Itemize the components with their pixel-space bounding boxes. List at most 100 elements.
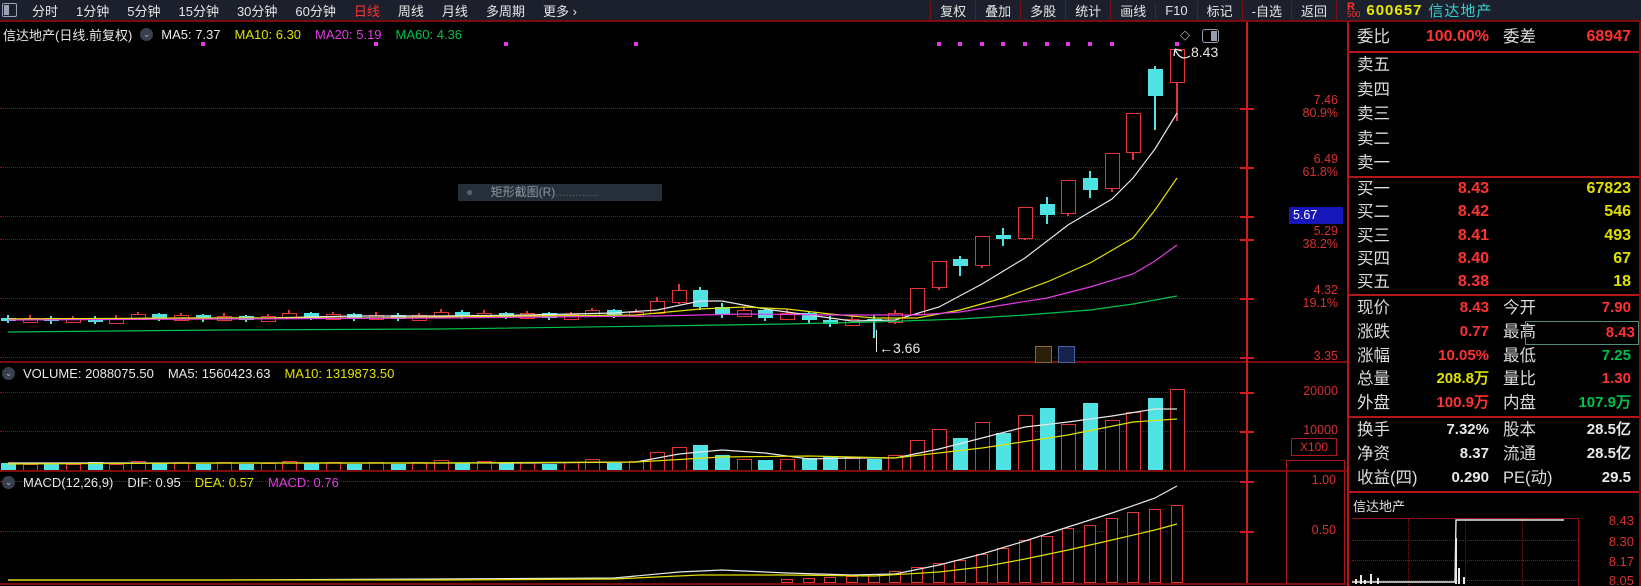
candle [1105, 153, 1120, 189]
toolbar-button-复权[interactable]: 复权 [930, 0, 975, 20]
price-axis-line [1246, 22, 1248, 583]
highlight-price-label: 5.67 [1289, 207, 1343, 224]
tab-5分钟[interactable]: 5分钟 [118, 1, 169, 20]
sell-row[interactable]: 卖四 [1349, 79, 1639, 103]
minichart-gridline [1352, 540, 1578, 541]
info-row-value: 7.32% [1446, 421, 1489, 438]
candle [239, 316, 254, 320]
sell-label: 卖五 [1357, 56, 1390, 74]
indicator-value: MA5: 7.37 [161, 27, 221, 42]
tab-分时[interactable]: 分时 [23, 1, 67, 20]
chevron-down-icon[interactable]: ⌄ [2, 367, 15, 380]
pane-icon[interactable] [1202, 29, 1219, 43]
candle [1126, 113, 1141, 153]
candle [845, 319, 860, 326]
toolbar-button-F10[interactable]: F10 [1155, 2, 1196, 18]
chevron-down-icon[interactable]: ⌄ [2, 476, 15, 489]
signal-dot-icon [1045, 42, 1049, 46]
macd-bar [1062, 528, 1074, 583]
panel-section-border [1347, 416, 1641, 418]
stat-row: 外盘 100.9万 内盘 107.9万 [1349, 392, 1639, 416]
buy-volume: 546 [1604, 203, 1631, 221]
toolbar-button-标记[interactable]: 标记 [1196, 0, 1242, 20]
buy-label: 买四 [1357, 249, 1390, 268]
candle [823, 320, 838, 324]
volume-values: VOLUME: 2088075.50 MA5: 1560423.63 MA10: 1… [23, 366, 408, 381]
tab-月线[interactable]: 月线 [433, 1, 477, 20]
volume-bar [1061, 424, 1076, 472]
minichart-price-label: 8.17 [1608, 554, 1634, 569]
sell-row[interactable]: 卖二 [1349, 128, 1639, 152]
layout-icon[interactable] [2, 3, 17, 17]
candle [499, 313, 514, 317]
tab-60分钟[interactable]: 60分钟 [286, 1, 344, 20]
volume-axis-label: 10000 [1303, 423, 1338, 437]
axis-tick [1240, 392, 1254, 394]
stock-badge[interactable]: R 500 600657 信达地产 [1347, 0, 1633, 21]
candle [1, 318, 16, 321]
tab-30分钟[interactable]: 30分钟 [228, 1, 286, 20]
macd-axis-label: 1.00 [1311, 473, 1336, 487]
candle [737, 310, 752, 317]
candle [152, 314, 167, 319]
candle [131, 314, 146, 320]
toolbar-button-统计[interactable]: 统计 [1065, 0, 1110, 20]
candle [910, 288, 925, 315]
axis-tick [1240, 108, 1254, 110]
weibi-row: 委比 100.00% 委差 68947 [1349, 26, 1639, 51]
tab-日线[interactable]: 日线 [345, 1, 389, 20]
price-gridline [0, 298, 1240, 299]
macd-bar [911, 567, 923, 583]
buy-label: 买二 [1357, 203, 1390, 222]
dip-annotation-line [876, 330, 877, 352]
tab-多周期[interactable]: 多周期 [477, 1, 534, 20]
candle [693, 290, 708, 307]
stat-row: 总量 208.8万 量比 1.30 [1349, 368, 1639, 392]
price-axis-label: 3.35 [1313, 349, 1338, 363]
axis-tick [1240, 481, 1254, 483]
tab-15分钟[interactable]: 15分钟 [169, 1, 227, 20]
volume-bar [823, 456, 838, 470]
stat-row-value: 7.90 [1601, 299, 1631, 316]
buy-row[interactable]: 买三 8.41 493 [1349, 225, 1639, 248]
indicator-value: MACD(12,26,9) [23, 475, 114, 490]
info-row: 换手 7.32% 股本 28.5亿 [1349, 419, 1639, 443]
volume-bar [672, 447, 687, 472]
buy-row[interactable]: 买二 8.42 546 [1349, 201, 1639, 224]
sell-row[interactable]: 卖三 [1349, 103, 1639, 127]
axis-tick [1240, 216, 1254, 218]
stat-row-value: 107.9万 [1578, 394, 1631, 412]
chevron-down-icon[interactable]: ⌄ [140, 28, 154, 41]
price-axis-label: 6.49 61.8% [1302, 152, 1338, 179]
stat-row: 涨幅 10.05% 最低 7.25 [1349, 345, 1639, 369]
diamond-icon[interactable]: ◇ [1180, 27, 1190, 43]
axis-tick [1240, 531, 1254, 533]
buy-row[interactable]: 买五 8.38 18 [1349, 271, 1639, 294]
panel-separator [0, 361, 1347, 363]
volume-bar [44, 463, 59, 470]
candle [66, 318, 81, 323]
tab-周线[interactable]: 周线 [389, 1, 433, 20]
buy-row[interactable]: 买一 8.43 67823 [1349, 178, 1639, 201]
drawing-tooltip: ● 矩形截图(R)............. [458, 184, 662, 201]
macd-header: ⌄ MACD(12,26,9) DIF: 0.95 DEA: 0.57 MACD: 0… [2, 475, 353, 490]
badge-榜[interactable] [1035, 346, 1052, 363]
toolbar-button-多股[interactable]: 多股 [1020, 0, 1065, 20]
tab-更多 ›[interactable]: 更多 › [534, 1, 586, 20]
toolbar-button-返回[interactable]: 返回 [1290, 0, 1337, 20]
minichart-gridline [1352, 580, 1578, 581]
toolbar-button-叠加[interactable]: 叠加 [975, 0, 1020, 20]
signal-dot-icon [374, 42, 378, 46]
badge-财[interactable] [1058, 346, 1075, 363]
tab-1分钟[interactable]: 1分钟 [67, 1, 118, 20]
toolbar-button--自选[interactable]: -自选 [1241, 0, 1291, 20]
candle [217, 316, 232, 321]
macd-gridline [0, 531, 1240, 532]
volume-bar [1170, 389, 1185, 472]
buy-volume: 67823 [1586, 180, 1632, 197]
sell-row[interactable]: 卖一 [1349, 152, 1639, 176]
candle [44, 318, 59, 321]
sell-row[interactable]: 卖五 [1349, 54, 1639, 78]
toolbar-button-画线[interactable]: 画线 [1110, 0, 1155, 20]
buy-row[interactable]: 买四 8.40 67 [1349, 248, 1639, 271]
